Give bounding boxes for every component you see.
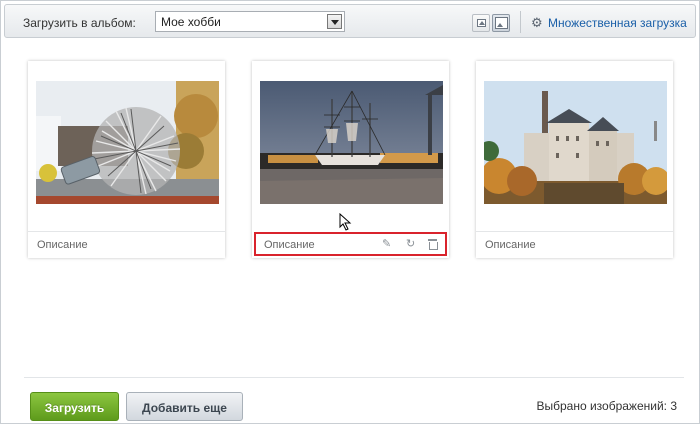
trash-icon[interactable] <box>428 238 438 250</box>
album-select[interactable]: Мое хобби <box>155 11 345 32</box>
chevron-down-icon[interactable] <box>327 14 342 29</box>
small-thumbnails-button[interactable] <box>472 14 490 32</box>
photo-card-footer: Описание <box>28 231 225 258</box>
album-select-value: Мое хобби <box>161 15 221 29</box>
photo-description[interactable]: Описание <box>37 239 88 251</box>
large-thumbnails-icon <box>495 17 508 29</box>
gear-icon[interactable]: ⚙ <box>531 16 543 29</box>
photo-card-footer: Описание <box>476 231 673 258</box>
multi-upload-link[interactable]: Множественная загрузка <box>548 16 687 30</box>
rotate-icon[interactable]: ↻ <box>406 238 415 250</box>
photo-description[interactable]: Описание <box>264 239 315 251</box>
add-more-button[interactable]: Добавить еще <box>126 392 243 421</box>
pencil-icon[interactable]: ✎ <box>382 238 391 250</box>
mouse-cursor-icon <box>339 213 352 231</box>
large-thumbnails-button[interactable] <box>492 14 510 32</box>
photo-card[interactable]: Описание <box>476 61 673 258</box>
selected-count: Выбрано изображений: 3 <box>536 399 677 413</box>
toolbar: Загрузить в альбом: Мое хобби ⚙ Множеств… <box>4 4 696 38</box>
photo-thumbnail[interactable] <box>484 81 667 204</box>
photo-thumbnail[interactable] <box>36 81 219 204</box>
upload-to-album-label: Загрузить в альбом: <box>23 16 136 30</box>
photo-card-footer: Описание ✎ ↻ <box>254 232 447 256</box>
photo-thumbnail[interactable] <box>260 81 443 204</box>
small-thumbnails-icon <box>477 19 486 27</box>
footer-divider <box>24 377 684 378</box>
upload-window: Загрузить в альбом: Мое хобби ⚙ Множеств… <box>0 0 700 424</box>
photo-description[interactable]: Описание <box>485 239 536 251</box>
upload-button[interactable]: Загрузить <box>30 392 119 421</box>
photo-card[interactable]: Описание <box>28 61 225 258</box>
toolbar-divider <box>520 11 521 33</box>
